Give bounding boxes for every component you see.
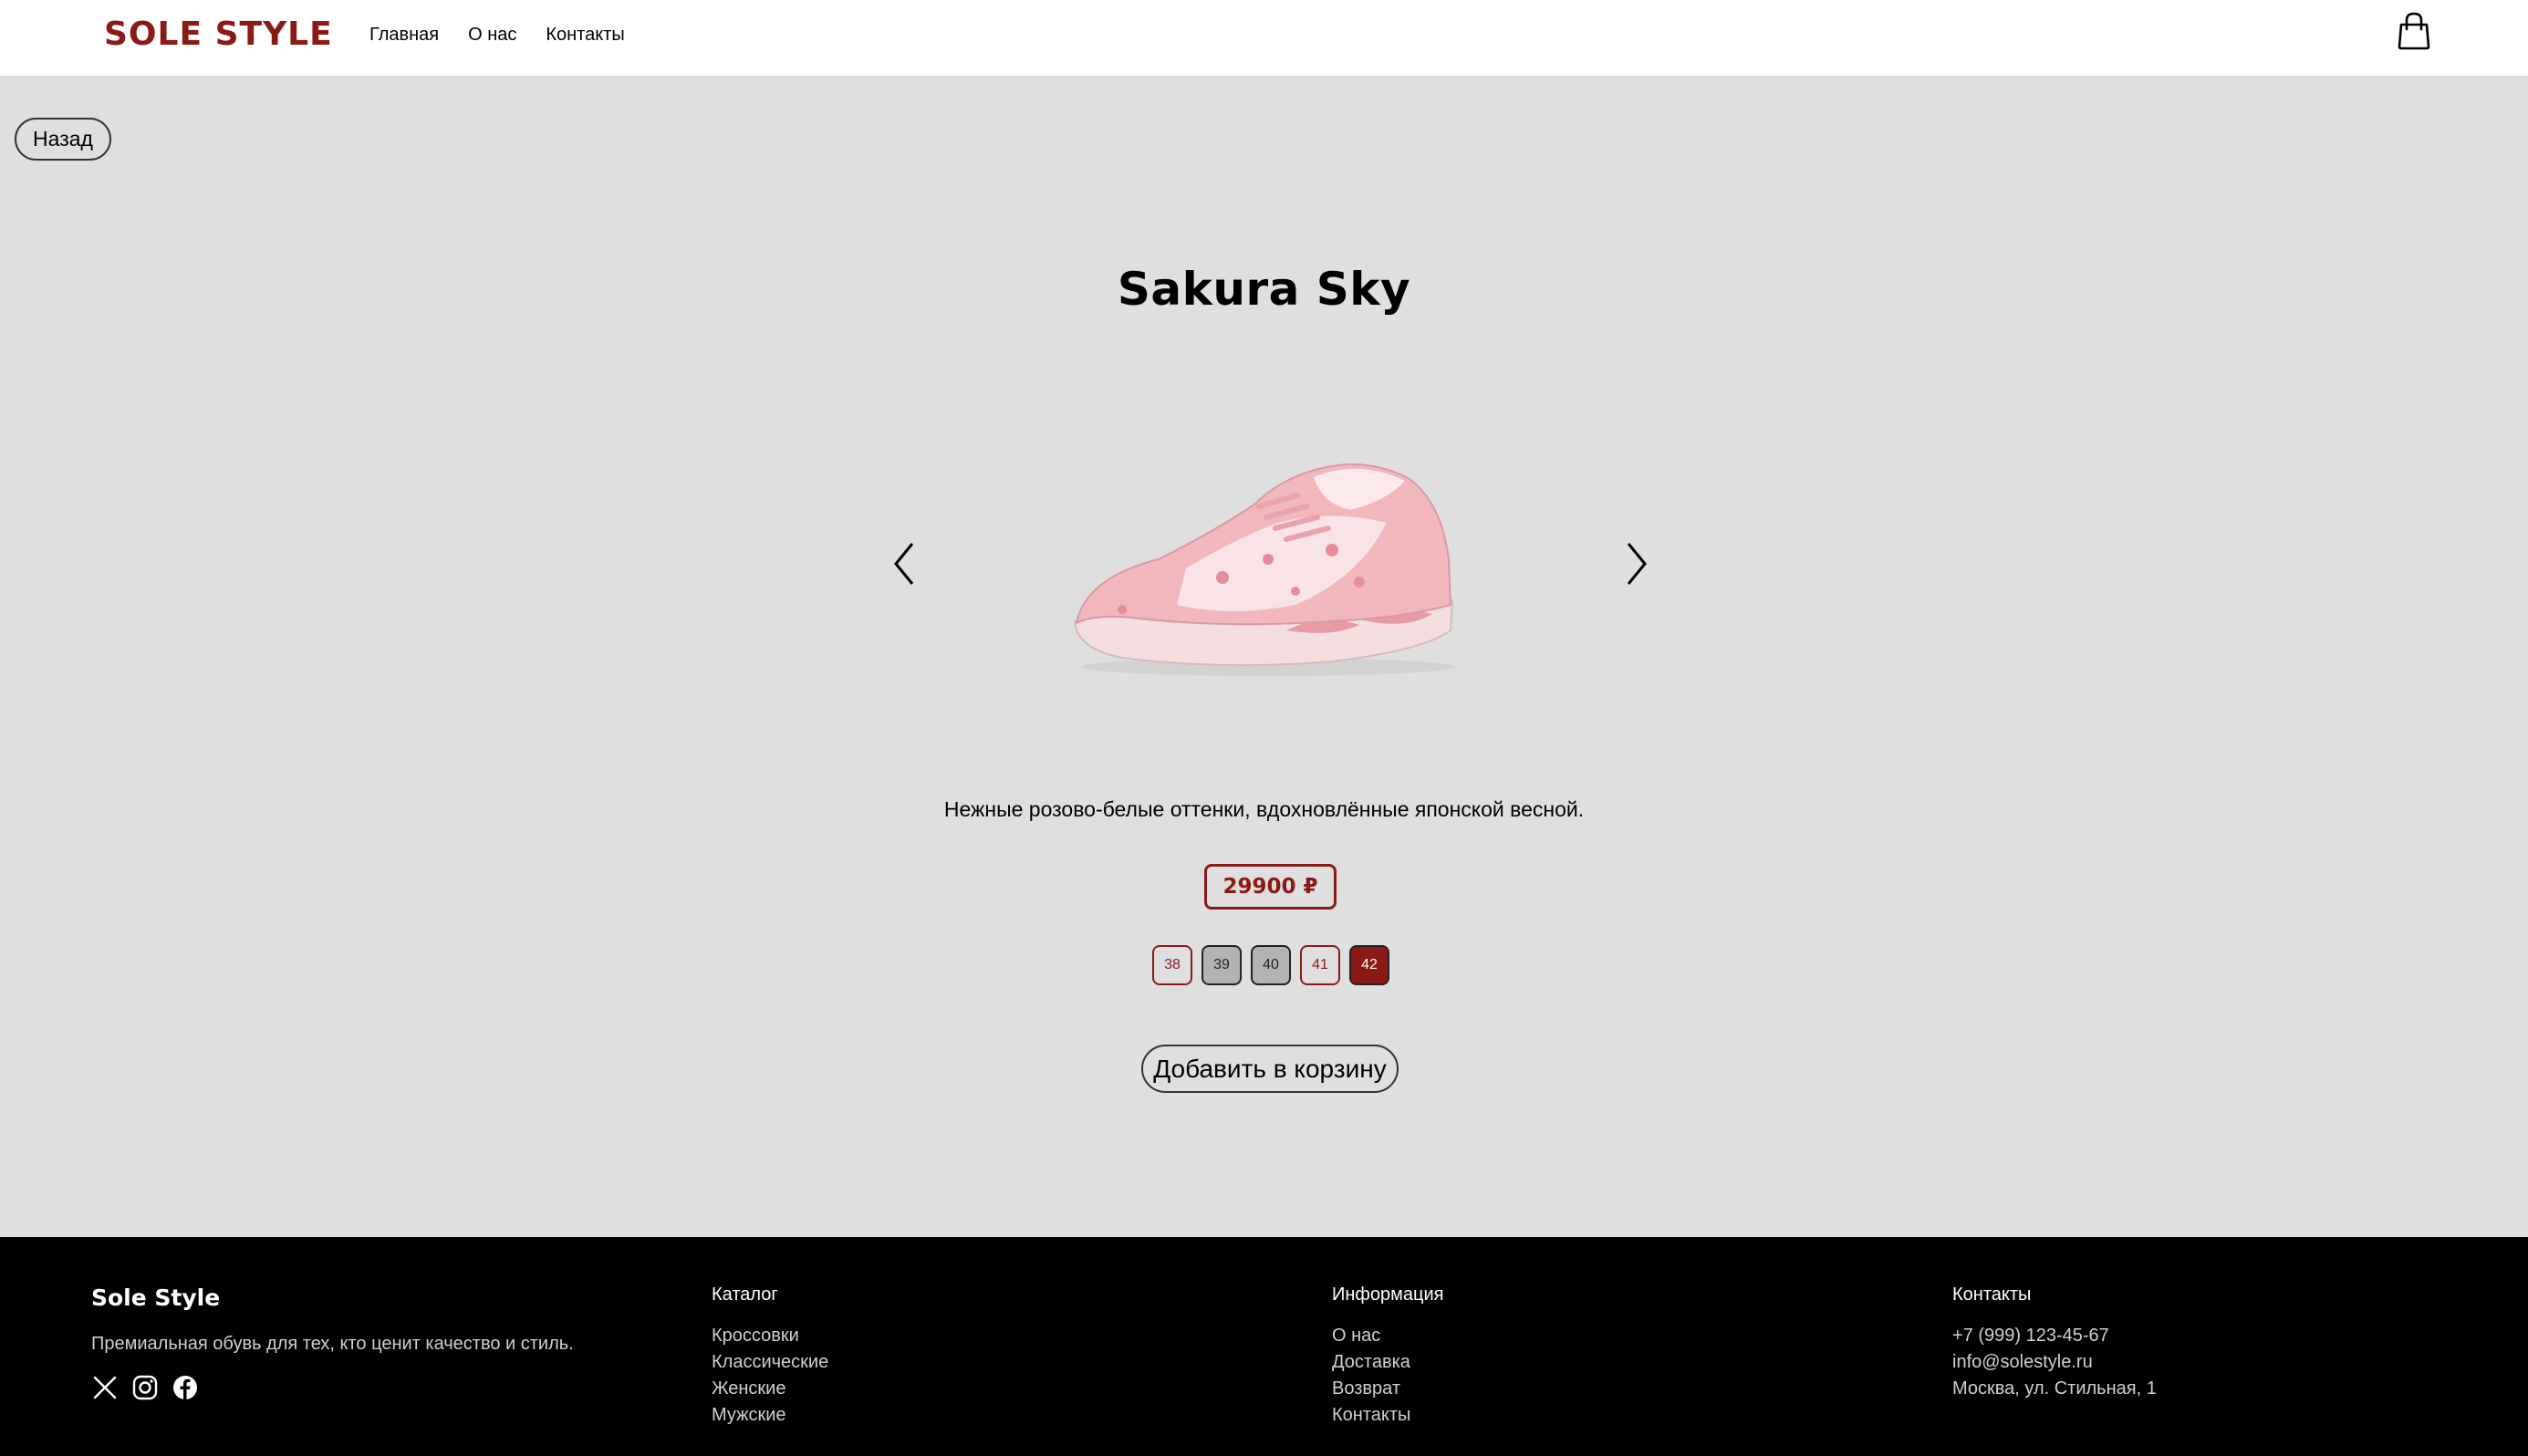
product-image xyxy=(1058,422,1478,696)
footer-link-delivery[interactable]: Доставка xyxy=(1332,1349,1443,1376)
footer-tagline: Премиальная обувь для тех, кто ценит кач… xyxy=(91,1334,574,1354)
product-price: 29900 ₽ xyxy=(1204,864,1337,910)
nav-link-about[interactable]: О нас xyxy=(468,22,516,47)
footer-link-about[interactable]: О нас xyxy=(1332,1323,1443,1349)
instagram-icon[interactable] xyxy=(131,1374,159,1401)
footer-link-men[interactable]: Мужские xyxy=(712,1402,828,1429)
product-page: Назад Sakura Sky Нежные розово-белые отт… xyxy=(0,76,2528,1237)
x-icon[interactable] xyxy=(91,1374,119,1401)
add-to-cart-button[interactable]: Добавить в корзину xyxy=(1141,1045,1399,1093)
site-logo[interactable]: SOLE STYLE xyxy=(104,13,333,57)
size-option-38[interactable]: 38 xyxy=(1152,945,1192,985)
facebook-icon[interactable] xyxy=(172,1374,199,1401)
footer-phone[interactable]: +7 (999) 123-45-67 xyxy=(1952,1323,2157,1349)
footer-info-column: Информация О нас Доставка Возврат Контак… xyxy=(1332,1283,1443,1429)
next-image-arrow-icon[interactable] xyxy=(1618,536,1654,591)
footer-contacts-column: Контакты +7 (999) 123-45-67 info@solesty… xyxy=(1952,1283,2157,1402)
footer-contacts-title: Контакты xyxy=(1952,1284,2032,1305)
footer-email[interactable]: info@solestyle.ru xyxy=(1952,1349,2157,1376)
cart-icon[interactable] xyxy=(2394,11,2434,51)
footer-catalog-column: Каталог Кроссовки Классические Женские М… xyxy=(712,1283,828,1429)
footer-catalog-title: Каталог xyxy=(712,1284,778,1305)
size-selector: 38 39 40 41 42 xyxy=(1152,945,1389,985)
size-option-41[interactable]: 41 xyxy=(1300,945,1340,985)
footer-link-classic[interactable]: Классические xyxy=(712,1349,828,1376)
product-description: Нежные розово-белые оттенки, вдохновлённ… xyxy=(943,797,1585,821)
nav-link-contacts[interactable]: Контакты xyxy=(546,22,624,47)
footer-brand: Sole Style xyxy=(91,1284,221,1311)
site-footer: Sole Style Премиальная обувь для тех, кт… xyxy=(0,1237,2528,1456)
size-option-40[interactable]: 40 xyxy=(1251,945,1291,985)
footer-link-returns[interactable]: Возврат xyxy=(1332,1376,1443,1402)
back-button[interactable]: Назад xyxy=(15,118,111,161)
footer-link-women[interactable]: Женские xyxy=(712,1376,828,1402)
size-option-42[interactable]: 42 xyxy=(1349,945,1389,985)
product-title: Sakura Sky xyxy=(1117,263,1411,316)
size-option-39[interactable]: 39 xyxy=(1202,945,1242,985)
previous-image-arrow-icon[interactable] xyxy=(887,536,923,591)
site-header: SOLE STYLE Главная О нас Контакты xyxy=(0,0,2528,76)
nav-link-home[interactable]: Главная xyxy=(369,22,439,47)
main-nav: Главная О нас Контакты xyxy=(369,22,625,47)
footer-info-title: Информация xyxy=(1332,1284,1444,1305)
social-links xyxy=(91,1374,199,1401)
footer-link-sneakers[interactable]: Кроссовки xyxy=(712,1323,828,1349)
footer-link-contacts[interactable]: Контакты xyxy=(1332,1402,1443,1429)
footer-address: Москва, ул. Стильная, 1 xyxy=(1952,1378,2157,1399)
